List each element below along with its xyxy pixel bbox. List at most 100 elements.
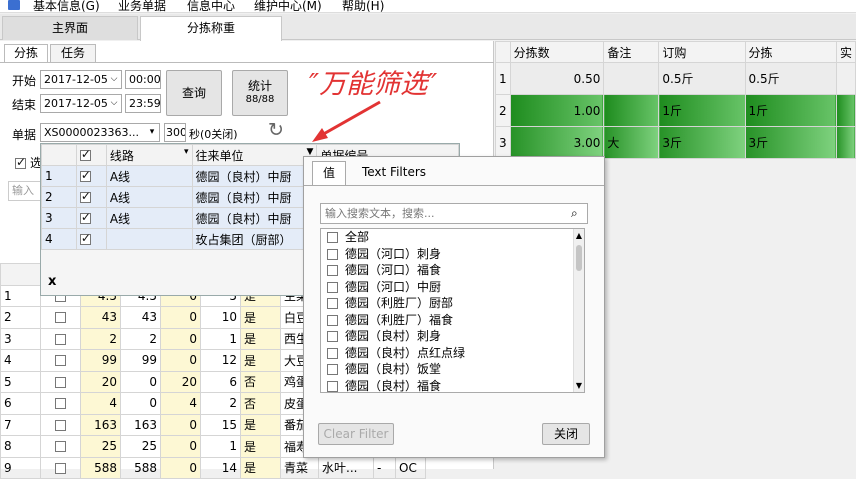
- note-cell[interactable]: 大: [603, 126, 660, 159]
- row-checkbox[interactable]: [55, 441, 66, 453]
- row-checkbox[interactable]: [79, 231, 91, 245]
- row-checkbox-cell[interactable]: [40, 349, 81, 372]
- cell-c[interactable]: 0: [160, 306, 201, 329]
- row-checkbox-cell[interactable]: [40, 435, 81, 458]
- tab-sorting-weighing[interactable]: 分拣称重: [140, 16, 282, 41]
- pick-cell[interactable]: 1斤: [744, 94, 837, 127]
- order-cell[interactable]: 1斤: [658, 94, 746, 127]
- route-cell[interactable]: [105, 228, 193, 250]
- end-time-input[interactable]: 23:59: [125, 94, 161, 113]
- cell-a[interactable]: 588: [80, 456, 121, 479]
- cell-b[interactable]: 43: [120, 306, 161, 329]
- actual-cell[interactable]: [835, 94, 856, 127]
- end-date-picker[interactable]: 2017-12-05 ⌵: [40, 94, 122, 113]
- filter-option-checkbox[interactable]: [327, 380, 338, 392]
- cell-c[interactable]: 20: [160, 370, 201, 393]
- table-row[interactable]: 3 3.00 大 3斤 3斤: [495, 126, 856, 159]
- row-checkbox[interactable]: [55, 355, 66, 367]
- filter-option[interactable]: 德园（良村）刺身: [321, 328, 584, 345]
- filter-option[interactable]: 德园（河口）中厨: [321, 279, 584, 296]
- scroll-up-icon[interactable]: ▲: [574, 231, 584, 240]
- col-header-note[interactable]: 备注: [603, 41, 660, 63]
- filter-option-checkbox[interactable]: [327, 364, 338, 375]
- cell-d[interactable]: 2: [200, 392, 241, 415]
- cell-b[interactable]: 588: [120, 456, 161, 479]
- filter-search-input[interactable]: 输入搜索文本，搜索...: [320, 203, 588, 224]
- unit-cell[interactable]: 德园（良村）中厨: [191, 165, 318, 187]
- filter-option-checkbox[interactable]: [327, 298, 338, 309]
- cell-c[interactable]: 4: [160, 392, 201, 415]
- cell-e[interactable]: 是: [240, 327, 281, 350]
- row-checkbox[interactable]: [55, 398, 66, 410]
- qty-cell[interactable]: 1.00: [509, 94, 605, 127]
- bill-number-combo[interactable]: XS0000023363... ▾: [40, 123, 160, 142]
- cell-e[interactable]: 是: [240, 413, 281, 436]
- close-icon[interactable]: x: [48, 274, 56, 289]
- unit-cell[interactable]: 玫占集团（厨部）: [191, 228, 318, 250]
- cell-e[interactable]: 是: [240, 456, 281, 479]
- table-row[interactable]: 9 588 588 0 14 是青菜 水叶... - OC: [0, 456, 426, 479]
- tab-text-filters[interactable]: Text Filters: [354, 161, 434, 185]
- col-header-route[interactable]: 线路 ▾: [105, 144, 193, 166]
- cell-e[interactable]: 是: [240, 306, 281, 329]
- actual-cell[interactable]: [835, 62, 856, 95]
- clear-filter-button[interactable]: Clear Filter: [318, 423, 394, 445]
- menu-info-center[interactable]: 信息中心: [187, 0, 235, 12]
- row-checkbox[interactable]: [79, 168, 91, 182]
- filter-option-checkbox[interactable]: [327, 248, 338, 260]
- route-select-all[interactable]: [75, 144, 107, 166]
- cell-b[interactable]: 0: [120, 370, 161, 393]
- row-checkbox-cell[interactable]: [40, 327, 81, 350]
- row-checkbox-cell[interactable]: [40, 413, 81, 436]
- actual-cell[interactable]: [835, 126, 856, 159]
- filter-option[interactable]: 全部: [321, 229, 584, 246]
- seconds-stepper[interactable]: 300: [164, 123, 186, 142]
- row-checkbox[interactable]: [79, 210, 91, 224]
- cell-c[interactable]: 0: [160, 349, 201, 372]
- row-checkbox-cell[interactable]: [40, 456, 81, 479]
- cell-e[interactable]: 否: [240, 370, 281, 393]
- row-checkbox-cell[interactable]: [40, 392, 81, 415]
- route-cell[interactable]: A线: [105, 165, 193, 187]
- row-checkbox[interactable]: [55, 376, 66, 388]
- unit-cell[interactable]: 德园（良村）中厨: [191, 207, 318, 229]
- cell-a[interactable]: 25: [80, 435, 121, 458]
- cell-e[interactable]: 否: [240, 392, 281, 415]
- row-checkbox-cell[interactable]: [75, 165, 107, 187]
- tab-main[interactable]: 主界面: [2, 16, 138, 40]
- cell-a[interactable]: 20: [80, 370, 121, 393]
- col-header-qty[interactable]: 分拣数: [509, 41, 605, 63]
- row-checkbox[interactable]: [79, 189, 91, 203]
- qty-cell[interactable]: 0.50: [509, 62, 605, 95]
- filter-option-checkbox[interactable]: [327, 281, 338, 293]
- cell-a[interactable]: 163: [80, 413, 121, 436]
- cell-d[interactable]: 12: [200, 349, 241, 372]
- cell-b[interactable]: 25: [120, 435, 161, 458]
- row-checkbox[interactable]: [55, 333, 66, 345]
- row-checkbox-cell[interactable]: [40, 306, 81, 329]
- filter-close-button[interactable]: 关闭: [542, 423, 590, 445]
- route-cell[interactable]: A线: [105, 207, 193, 229]
- cell-b[interactable]: 2: [120, 327, 161, 350]
- cell-d[interactable]: 1: [200, 435, 241, 458]
- unit-cell[interactable]: 德园（良村）中厨: [191, 186, 318, 208]
- filter-option-checkbox[interactable]: [327, 347, 338, 359]
- row-checkbox-cell[interactable]: [40, 370, 81, 393]
- filter-funnel-icon[interactable]: ▼: [307, 147, 314, 157]
- order-cell[interactable]: 3斤: [658, 126, 746, 159]
- cell-f[interactable]: 青菜: [280, 456, 319, 479]
- note-cell[interactable]: [603, 62, 660, 95]
- cell-a[interactable]: 2: [80, 327, 121, 350]
- filter-option[interactable]: 德园（良村）福食: [321, 378, 584, 392]
- filter-option[interactable]: 德园（利胜厂）厨部: [321, 295, 584, 312]
- cell-g[interactable]: 水叶...: [318, 456, 374, 479]
- cell-d[interactable]: 14: [200, 456, 241, 479]
- qty-cell[interactable]: 3.00: [509, 126, 605, 159]
- cell-d[interactable]: 6: [200, 370, 241, 393]
- cell-a[interactable]: 99: [80, 349, 121, 372]
- filter-option[interactable]: 德园（良村）点红点绿: [321, 345, 584, 362]
- filter-option-checkbox[interactable]: [327, 232, 338, 243]
- filter-list-scrollbar[interactable]: ▲ ▼: [573, 229, 584, 392]
- start-time-input[interactable]: 00:00: [125, 70, 161, 89]
- pick-cell[interactable]: 3斤: [744, 126, 837, 159]
